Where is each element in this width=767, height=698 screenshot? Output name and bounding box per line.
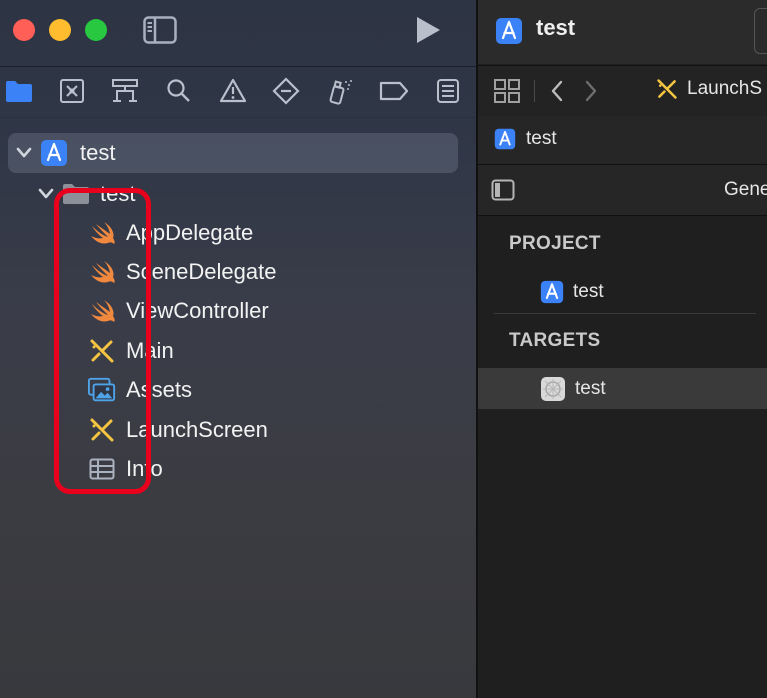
hierarchy-icon[interactable] (110, 76, 140, 106)
grid-icon[interactable] (494, 79, 520, 103)
window-title-bar: test (478, 0, 767, 64)
xcode-project-icon (40, 139, 68, 167)
play-icon[interactable] (414, 15, 442, 50)
tab-general[interactable]: Gene (724, 179, 767, 201)
project-item-label: test (573, 281, 604, 302)
chevron-down-icon[interactable] (16, 147, 32, 159)
sidebar-icon[interactable] (491, 179, 515, 201)
xcode-project-icon (495, 17, 523, 45)
folder-icon[interactable] (4, 76, 34, 106)
project-section-header: PROJECT (509, 233, 601, 254)
window-title: test (536, 15, 576, 40)
tag-icon[interactable] (379, 76, 409, 106)
spray-icon[interactable] (326, 76, 356, 106)
breadcrumb-item-project[interactable]: test (494, 128, 557, 150)
search-icon[interactable] (164, 76, 194, 106)
source-control-icon[interactable] (57, 76, 87, 106)
app-target-icon (540, 376, 566, 402)
toolbar-button-edge[interactable] (754, 8, 767, 54)
target-list-item[interactable]: test (540, 376, 606, 402)
xcode-project-icon (540, 280, 564, 304)
list-icon[interactable] (433, 76, 463, 106)
target-row-selected[interactable] (478, 368, 767, 409)
breadcrumb-label: test (526, 128, 557, 149)
project-list-item[interactable]: test (540, 280, 604, 304)
close-window-button[interactable] (13, 19, 35, 41)
breadcrumb: test (478, 116, 767, 165)
tree-project-label: test (80, 140, 116, 165)
editor-tab-launchscreen[interactable]: LaunchS (656, 78, 762, 100)
settings-tabs-bar: Gene (478, 165, 767, 216)
editor-tab-label: LaunchS (687, 78, 763, 99)
editor-pane: test LaunchS test Gene PROJECT test TARG… (478, 0, 767, 698)
xcode-project-icon (494, 128, 516, 150)
storyboard-icon (656, 78, 678, 100)
chevron-down-icon[interactable] (38, 188, 54, 200)
toolbar-divider (0, 66, 476, 67)
warning-icon[interactable] (218, 76, 248, 106)
chevron-left-icon[interactable] (550, 80, 564, 102)
target-item-label: test (575, 378, 606, 399)
jump-bar: LaunchS (478, 65, 767, 117)
project-navigator-pane: test test AppDelegate SceneDelegate View… (0, 0, 476, 698)
sidebar-icon[interactable] (143, 16, 177, 49)
zoom-window-button[interactable] (85, 19, 107, 41)
diamond-icon[interactable] (271, 76, 301, 106)
chevron-right-icon[interactable] (584, 80, 598, 102)
divider (534, 80, 535, 102)
tabs-divider (0, 117, 476, 118)
minimize-window-button[interactable] (49, 19, 71, 41)
targets-section-header: TARGETS (509, 330, 601, 351)
red-highlight-annotation (54, 188, 151, 494)
section-divider (494, 313, 756, 314)
tree-project-row[interactable]: test (8, 133, 458, 173)
